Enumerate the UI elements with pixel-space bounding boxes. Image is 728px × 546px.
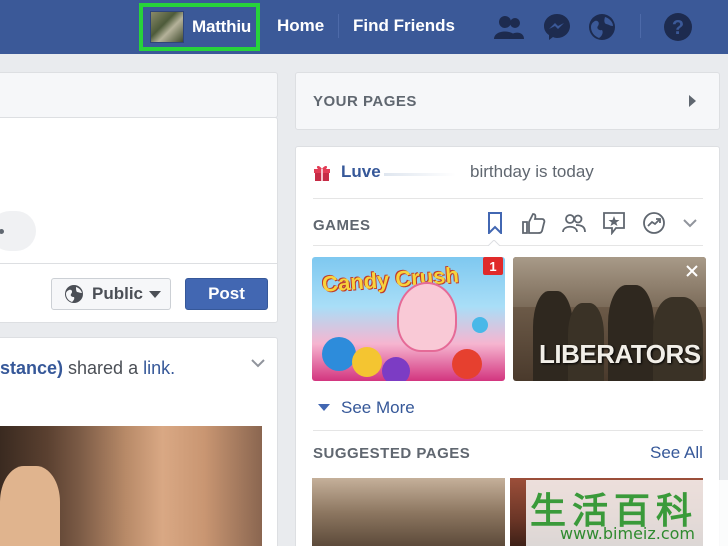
candy-character (397, 282, 457, 352)
candy (382, 357, 410, 381)
composer-header (0, 72, 278, 118)
suggested-pages-title: SUGGESTED PAGES (313, 445, 471, 462)
candy (352, 347, 382, 377)
dot-icon (0, 229, 4, 234)
birthday-text: birthday is today (470, 162, 594, 181)
profile-button[interactable]: Matthiu (139, 3, 260, 51)
friends-icon[interactable] (561, 210, 587, 236)
composer-divider (0, 263, 278, 264)
birthday-name[interactable]: Luve (341, 162, 381, 182)
divider (313, 198, 703, 199)
nav-divider (640, 14, 641, 38)
trending-icon[interactable] (641, 210, 667, 236)
story-link[interactable]: link. (143, 358, 175, 378)
top-navigation-bar: Matthiu Home Find Friends ? (0, 0, 728, 54)
profile-name: Matthiu (192, 17, 252, 36)
triangle-right-icon[interactable] (689, 95, 696, 107)
see-all-link[interactable]: See All (650, 443, 703, 463)
game-title: LIBERATORS (539, 339, 701, 369)
game-tile-candy-crush[interactable]: Candy Crush (312, 257, 505, 381)
game-tile-liberators[interactable]: LIBERATORS (513, 257, 706, 381)
chevron-down-icon[interactable] (250, 357, 266, 369)
story-author[interactable]: stance) (0, 358, 63, 378)
home-link[interactable]: Home (277, 16, 324, 36)
privacy-selector[interactable]: Public (51, 278, 171, 310)
like-icon[interactable] (521, 210, 547, 236)
divider (313, 245, 703, 246)
featured-icon[interactable] (601, 210, 627, 236)
divider (313, 430, 703, 431)
globe-icon (65, 285, 83, 303)
story-photo[interactable] (0, 426, 262, 546)
notifications-globe-icon[interactable] (585, 10, 619, 44)
photo-face (0, 466, 60, 546)
triangle-down-icon[interactable] (318, 404, 330, 411)
your-pages-title: YOUR PAGES (313, 93, 417, 110)
gift-icon (314, 165, 330, 181)
candy (322, 337, 356, 371)
avatar (150, 11, 184, 43)
nav-divider (338, 14, 339, 38)
watermark-url: www.bimeiz.com (560, 524, 696, 543)
privacy-label: Public (92, 284, 144, 303)
blurred-name (384, 173, 456, 176)
bookmark-icon[interactable] (482, 210, 508, 236)
caret-down-icon (149, 290, 162, 298)
close-icon[interactable] (683, 262, 701, 280)
help-icon[interactable]: ? (661, 10, 695, 44)
friend-requests-icon[interactable] (492, 10, 526, 44)
candy (472, 317, 488, 333)
svg-text:?: ? (672, 17, 684, 39)
candy (452, 349, 482, 379)
notification-badge: 1 (483, 257, 503, 275)
chevron-down-icon[interactable] (677, 210, 703, 236)
story-action: shared a (63, 358, 144, 378)
find-friends-link[interactable]: Find Friends (353, 16, 455, 36)
post-button[interactable]: Post (185, 278, 268, 310)
story-header: stance) shared a link. (0, 358, 175, 379)
games-title: GAMES (313, 217, 371, 234)
tab-pointer (487, 240, 501, 246)
messenger-icon[interactable] (540, 10, 574, 44)
suggested-page-thumbnail[interactable] (312, 478, 505, 546)
see-more-link[interactable]: See More (341, 398, 415, 418)
